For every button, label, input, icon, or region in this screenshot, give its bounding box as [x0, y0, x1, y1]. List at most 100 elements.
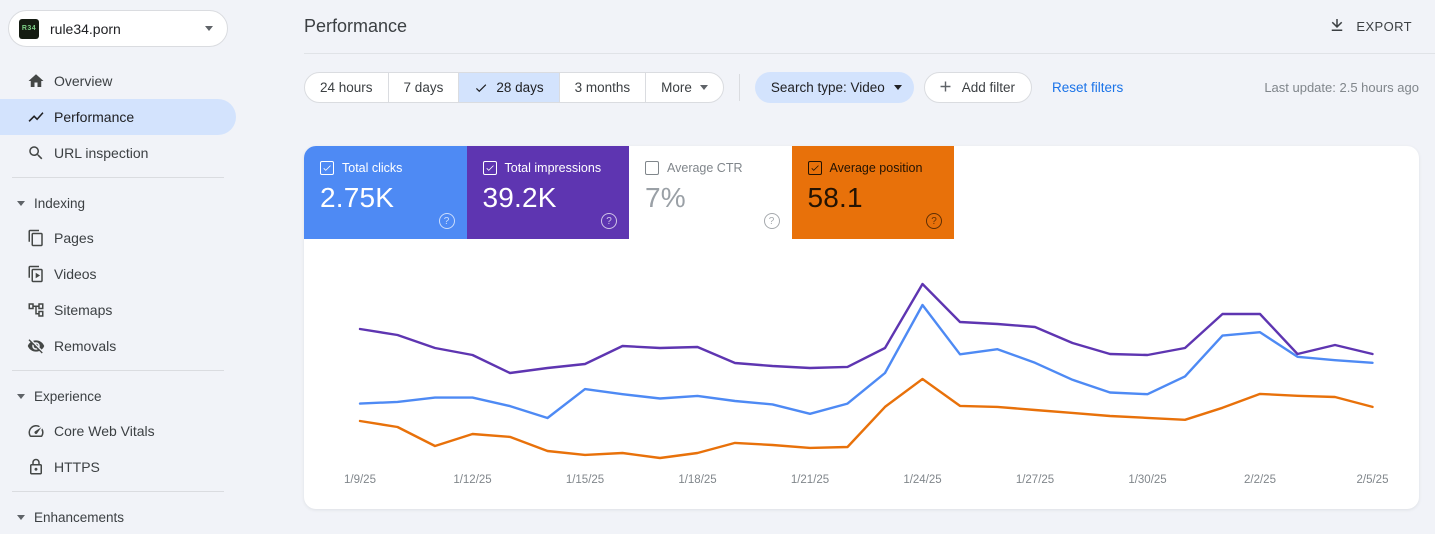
property-name: rule34.porn [50, 20, 121, 37]
chevron-down-icon [699, 85, 708, 90]
performance-panel: Total clicks 2.75K? Total impressions 39.2K… [304, 146, 1419, 509]
pages-icon [26, 228, 46, 248]
sidebar-section-indexing[interactable]: Indexing [0, 186, 236, 220]
date-range-label: 3 months [574, 80, 631, 95]
last-update-text: Last update: 2.5 hours ago [1264, 80, 1419, 95]
metric-card-label: Total clicks [342, 161, 403, 175]
sidebar-item-label: Removals [54, 338, 117, 354]
checkbox-unchecked-icon[interactable] [645, 161, 659, 175]
sidebar-item-label: Videos [54, 266, 97, 282]
export-button[interactable]: EXPORT [1328, 0, 1412, 53]
metric-card-label: Total impressions [504, 161, 602, 175]
removals-icon [26, 336, 46, 356]
checkbox-checked-icon[interactable] [807, 161, 822, 175]
help-icon[interactable]: ? [763, 213, 780, 229]
site-favicon: R34 [19, 18, 39, 39]
metric-card-value: 7% [645, 182, 686, 213]
performance-chart[interactable]: 1/9/25 1/12/25 1/15/25 1/18/25 1/21/25 1/24/2… [304, 246, 1419, 509]
checkbox-checked-icon[interactable] [320, 161, 334, 175]
search-type-filter-chip[interactable]: Search type: Video [754, 72, 914, 103]
x-axis-tick-label: 1/27/25 [1016, 474, 1054, 486]
page-header: Performance EXPORT [304, 0, 1435, 54]
total-clicks-line[interactable] [358, 303, 1374, 420]
search-icon [26, 143, 46, 163]
metric-card-total-clicks[interactable]: Total clicks 2.75K? [304, 146, 467, 239]
metric-card-label: Average position [829, 161, 923, 175]
metric-card-total-impressions[interactable]: Total impressions 39.2K? [466, 146, 629, 239]
filter-bar: 24 hours 7 days 28 days 3 months More Search… [304, 72, 1435, 103]
videos-icon [26, 264, 46, 284]
date-range-28-days[interactable]: 28 days [458, 73, 559, 102]
download-icon [1328, 16, 1346, 37]
sidebar: R34 rule34.porn Overview Performance URL i… [0, 0, 236, 528]
sidebar-divider [12, 491, 224, 492]
check-icon [474, 81, 488, 95]
sidebar-item-label: Pages [54, 230, 94, 246]
date-range-7-days[interactable]: 7 days [387, 73, 459, 102]
sidebar-item-label: HTTPS [54, 459, 100, 475]
sidebar-item-videos[interactable]: Videos [0, 256, 236, 292]
checkbox-checked-icon[interactable] [482, 161, 497, 175]
main-content: Performance EXPORT 24 hours 7 days 28 days… [236, 0, 1435, 528]
sidebar-item-sitemaps[interactable]: Sitemaps [0, 292, 236, 328]
chevron-down-icon [17, 514, 25, 520]
sidebar-item-performance[interactable]: Performance [0, 99, 236, 135]
date-range-3-months[interactable]: 3 months [558, 73, 646, 102]
sidebar-item-label: Sitemaps [54, 302, 113, 318]
sidebar-item-label: URL inspection [54, 145, 149, 161]
total-impressions-line[interactable] [358, 282, 1374, 375]
metric-cards-row: Total clicks 2.75K? Total impressions 39.2K… [304, 146, 1419, 239]
x-axis-tick-label: 2/2/25 [1244, 474, 1276, 486]
sidebar-nav: Overview Performance URL inspection Indexin… [0, 63, 236, 534]
plus-icon [937, 78, 954, 98]
x-axis-tick-label: 1/12/25 [453, 474, 491, 486]
sidebar-section-experience[interactable]: Experience [0, 379, 236, 413]
sidebar-item-overview[interactable]: Overview [0, 63, 236, 99]
sitemaps-icon [26, 300, 46, 320]
reset-filters-link[interactable]: Reset filters [1052, 80, 1123, 95]
search-type-label: Search type: Video [770, 80, 885, 95]
date-range-label: 24 hours [320, 80, 373, 95]
date-range-label: 7 days [403, 80, 444, 95]
x-axis-tick-label: 2/5/25 [1357, 474, 1389, 486]
sidebar-item-label: Performance [54, 109, 135, 125]
speed-icon [26, 421, 46, 441]
page-title: Performance [304, 16, 408, 36]
sidebar-item-https[interactable]: HTTPS [0, 449, 236, 485]
x-axis-tick-label: 1/18/25 [678, 474, 716, 486]
metric-card-value: 58.1 [807, 182, 863, 213]
section-label: Enhancements [34, 509, 125, 525]
x-axis-tick-label: 1/24/25 [903, 474, 941, 486]
x-axis-tick-label: 1/9/25 [344, 474, 376, 486]
section-label: Experience [34, 388, 102, 404]
date-range-24-hours[interactable]: 24 hours [305, 73, 388, 102]
property-selector[interactable]: R34 rule34.porn [8, 10, 228, 47]
date-range-more[interactable]: More [645, 73, 723, 102]
sidebar-item-core-web-vitals[interactable]: Core Web Vitals [0, 413, 236, 449]
chevron-down-icon [205, 26, 213, 31]
date-range-label: 28 days [496, 80, 544, 95]
x-axis-tick-label: 1/15/25 [566, 474, 604, 486]
sidebar-item-pages[interactable]: Pages [0, 220, 236, 256]
metric-card-value: 39.2K [482, 182, 557, 213]
export-label: EXPORT [1356, 19, 1412, 34]
metric-card-average-ctr[interactable]: Average CTR 7%? [629, 146, 792, 239]
metric-card-average-position[interactable]: Average position 58.1? [791, 146, 954, 239]
show-chart-icon [26, 107, 46, 127]
add-filter-button[interactable]: Add filter [923, 72, 1033, 103]
help-icon[interactable]: ? [438, 213, 455, 229]
sidebar-divider [12, 177, 224, 178]
date-range-selector: 24 hours 7 days 28 days 3 months More [304, 72, 724, 103]
sidebar-item-removals[interactable]: Removals [0, 328, 236, 364]
section-label: Indexing [34, 195, 86, 211]
sidebar-item-label: Overview [54, 73, 113, 89]
chevron-down-icon [17, 393, 25, 399]
sidebar-item-url-inspection[interactable]: URL inspection [0, 135, 236, 171]
help-icon[interactable]: ? [926, 213, 942, 229]
sidebar-section-enhancements[interactable]: Enhancements [0, 500, 236, 534]
average-position-line[interactable] [358, 377, 1374, 460]
filter-divider [738, 74, 740, 101]
help-icon[interactable]: ? [601, 213, 617, 229]
sidebar-divider [12, 370, 224, 371]
home-icon [26, 71, 46, 91]
